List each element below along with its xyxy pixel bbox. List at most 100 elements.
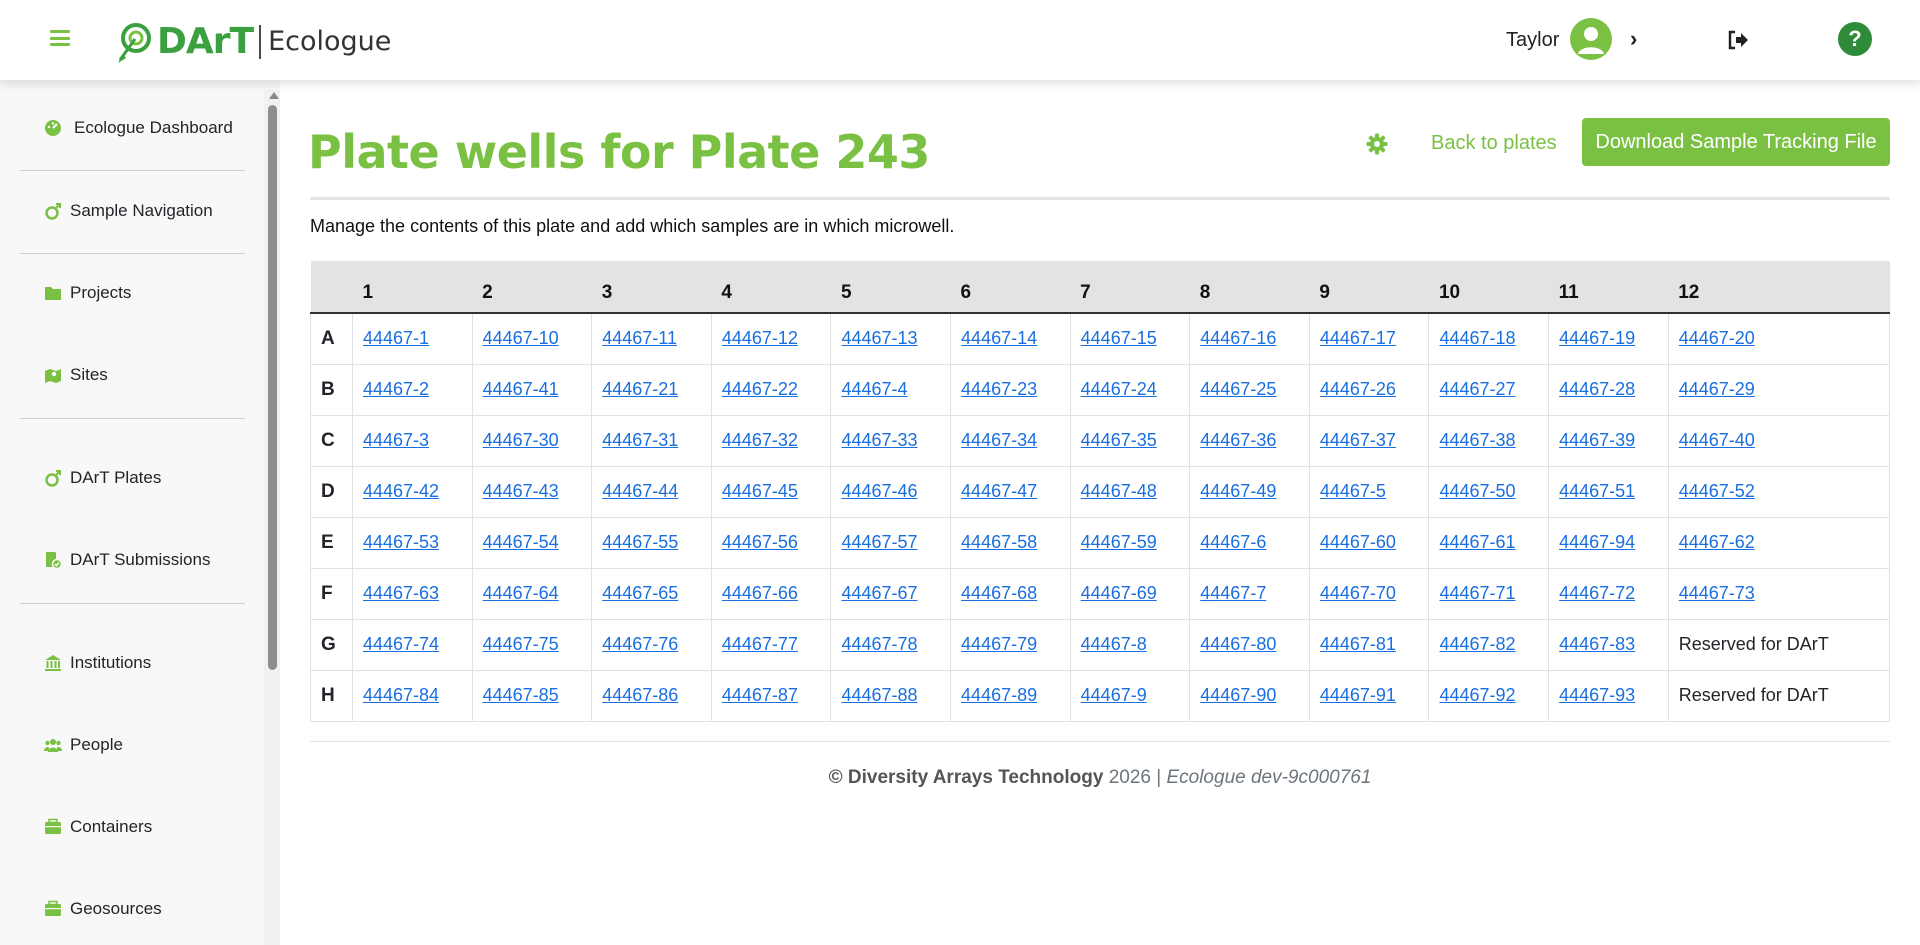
chevron-right-icon[interactable]: › [1630, 26, 1637, 52]
sample-link[interactable]: 44467-85 [483, 685, 559, 705]
sample-link[interactable]: 44467-69 [1081, 583, 1157, 603]
sample-link[interactable]: 44467-45 [722, 481, 798, 501]
sample-link[interactable]: 44467-9 [1081, 685, 1147, 705]
sample-link[interactable]: 44467-84 [363, 685, 439, 705]
sample-link[interactable]: 44467-42 [363, 481, 439, 501]
sample-link[interactable]: 44467-2 [363, 379, 429, 399]
sample-link[interactable]: 44467-67 [841, 583, 917, 603]
sidebar-item-containers[interactable]: Containers [44, 817, 152, 837]
sample-link[interactable]: 44467-32 [722, 430, 798, 450]
sample-link[interactable]: 44467-55 [602, 532, 678, 552]
sample-link[interactable]: 44467-64 [483, 583, 559, 603]
sidebar-item-geosources[interactable]: Geosources [44, 899, 162, 919]
sidebar-item-sites[interactable]: Sites [44, 365, 108, 385]
sample-link[interactable]: 44467-5 [1320, 481, 1386, 501]
sample-link[interactable]: 44467-14 [961, 328, 1037, 348]
sample-link[interactable]: 44467-87 [722, 685, 798, 705]
sample-link[interactable]: 44467-37 [1320, 430, 1396, 450]
sample-link[interactable]: 44467-41 [483, 379, 559, 399]
sample-link[interactable]: 44467-63 [363, 583, 439, 603]
sample-link[interactable]: 44467-35 [1081, 430, 1157, 450]
sample-link[interactable]: 44467-17 [1320, 328, 1396, 348]
sample-link[interactable]: 44467-51 [1559, 481, 1635, 501]
sample-link[interactable]: 44467-89 [961, 685, 1037, 705]
sample-link[interactable]: 44467-12 [722, 328, 798, 348]
hamburger-menu-icon[interactable] [50, 30, 70, 46]
sample-link[interactable]: 44467-88 [841, 685, 917, 705]
sample-link[interactable]: 44467-46 [841, 481, 917, 501]
sidebar-scroll-thumb[interactable] [268, 105, 277, 670]
sidebar-item-sample-navigation[interactable]: Sample Navigation [44, 201, 213, 221]
user-name[interactable]: Taylor [1506, 29, 1559, 52]
sample-link[interactable]: 44467-72 [1559, 583, 1635, 603]
help-icon[interactable]: ? [1838, 22, 1872, 56]
sample-link[interactable]: 44467-86 [602, 685, 678, 705]
sample-link[interactable]: 44467-34 [961, 430, 1037, 450]
sample-link[interactable]: 44467-54 [483, 532, 559, 552]
sample-link[interactable]: 44467-16 [1200, 328, 1276, 348]
sample-link[interactable]: 44467-6 [1200, 532, 1266, 552]
sample-link[interactable]: 44467-39 [1559, 430, 1635, 450]
sample-link[interactable]: 44467-77 [722, 634, 798, 654]
sample-link[interactable]: 44467-81 [1320, 634, 1396, 654]
sample-link[interactable]: 44467-94 [1559, 532, 1635, 552]
sample-link[interactable]: 44467-13 [841, 328, 917, 348]
back-to-plates-link[interactable]: Back to plates [1431, 132, 1557, 155]
sample-link[interactable]: 44467-50 [1439, 481, 1515, 501]
sample-link[interactable]: 44467-8 [1081, 634, 1147, 654]
sample-link[interactable]: 44467-23 [961, 379, 1037, 399]
sample-link[interactable]: 44467-31 [602, 430, 678, 450]
sample-link[interactable]: 44467-70 [1320, 583, 1396, 603]
sample-link[interactable]: 44467-27 [1439, 379, 1515, 399]
sample-link[interactable]: 44467-78 [841, 634, 917, 654]
sample-link[interactable]: 44467-61 [1439, 532, 1515, 552]
sample-link[interactable]: 44467-58 [961, 532, 1037, 552]
sample-link[interactable]: 44467-15 [1081, 328, 1157, 348]
sample-link[interactable]: 44467-59 [1081, 532, 1157, 552]
sample-link[interactable]: 44467-47 [961, 481, 1037, 501]
logout-icon[interactable] [1727, 30, 1749, 50]
sample-link[interactable]: 44467-83 [1559, 634, 1635, 654]
sample-link[interactable]: 44467-10 [483, 328, 559, 348]
sample-link[interactable]: 44467-21 [602, 379, 678, 399]
sample-link[interactable]: 44467-7 [1200, 583, 1266, 603]
sample-link[interactable]: 44467-52 [1679, 481, 1755, 501]
sample-link[interactable]: 44467-28 [1559, 379, 1635, 399]
sidebar-item-people[interactable]: People [44, 735, 123, 755]
sample-link[interactable]: 44467-48 [1081, 481, 1157, 501]
sample-link[interactable]: 44467-25 [1200, 379, 1276, 399]
sample-link[interactable]: 44467-75 [483, 634, 559, 654]
sample-link[interactable]: 44467-29 [1679, 379, 1755, 399]
sample-link[interactable]: 44467-80 [1200, 634, 1276, 654]
sample-link[interactable]: 44467-91 [1320, 685, 1396, 705]
sample-link[interactable]: 44467-73 [1679, 583, 1755, 603]
user-avatar-icon[interactable] [1570, 18, 1612, 60]
sample-link[interactable]: 44467-62 [1679, 532, 1755, 552]
sample-link[interactable]: 44467-56 [722, 532, 798, 552]
sample-link[interactable]: 44467-66 [722, 583, 798, 603]
sample-link[interactable]: 44467-4 [841, 379, 907, 399]
sample-link[interactable]: 44467-22 [722, 379, 798, 399]
sample-link[interactable]: 44467-76 [602, 634, 678, 654]
sample-link[interactable]: 44467-19 [1559, 328, 1635, 348]
sample-link[interactable]: 44467-71 [1439, 583, 1515, 603]
sample-link[interactable]: 44467-92 [1439, 685, 1515, 705]
sample-link[interactable]: 44467-90 [1200, 685, 1276, 705]
app-logo[interactable]: DArT Ecologue [116, 20, 391, 64]
sample-link[interactable]: 44467-1 [363, 328, 429, 348]
sample-link[interactable]: 44467-49 [1200, 481, 1276, 501]
sidebar-item-dart-submissions[interactable]: DArT Submissions [44, 550, 210, 570]
sample-link[interactable]: 44467-38 [1439, 430, 1515, 450]
sample-link[interactable]: 44467-82 [1439, 634, 1515, 654]
sample-link[interactable]: 44467-33 [841, 430, 917, 450]
sample-link[interactable]: 44467-53 [363, 532, 439, 552]
sample-link[interactable]: 44467-68 [961, 583, 1037, 603]
gear-icon[interactable] [1366, 133, 1388, 155]
sample-link[interactable]: 44467-36 [1200, 430, 1276, 450]
sample-link[interactable]: 44467-11 [602, 328, 677, 348]
sample-link[interactable]: 44467-74 [363, 634, 439, 654]
sidebar-item-dart-plates[interactable]: DArT Plates [44, 468, 161, 488]
sample-link[interactable]: 44467-26 [1320, 379, 1396, 399]
scroll-up-arrow-icon[interactable] [269, 92, 279, 99]
sample-link[interactable]: 44467-43 [483, 481, 559, 501]
